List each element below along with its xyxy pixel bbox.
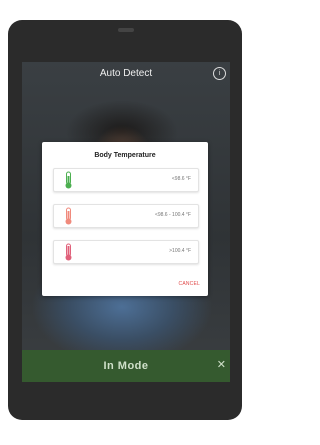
thermometer-fever-icon xyxy=(65,243,72,261)
temperature-option-normal[interactable]: <98.6 °F xyxy=(53,168,199,192)
speaker-grill xyxy=(118,28,134,32)
thermometer-normal-icon xyxy=(65,171,72,189)
temperature-range-normal: <98.6 °F xyxy=(171,176,191,182)
temperature-option-fever[interactable]: >100.4 °F xyxy=(53,240,199,264)
tablet-frame: Auto Detect i Body Temperature <98.6 °F xyxy=(8,20,242,420)
close-icon[interactable]: ✕ xyxy=(217,358,226,371)
page-title: Auto Detect xyxy=(99,67,153,79)
dialog-title: Body Temperature xyxy=(94,152,156,159)
temperature-range-elevated: <98.6 - 100.4 °F xyxy=(154,212,191,218)
cancel-button[interactable]: CANCEL xyxy=(179,281,200,287)
thermometer-elevated-icon xyxy=(65,207,72,225)
temperature-dialog: Body Temperature <98.6 °F <98.6 - 100.4 … xyxy=(42,142,208,296)
mode-bar: In Mode ✕ xyxy=(22,350,230,382)
temperature-range-fever: >100.4 °F xyxy=(169,248,191,254)
info-icon[interactable]: i xyxy=(213,67,226,80)
temperature-option-elevated[interactable]: <98.6 - 100.4 °F xyxy=(53,204,199,228)
top-bar: Auto Detect i xyxy=(22,62,230,84)
app-screen: Auto Detect i Body Temperature <98.6 °F xyxy=(22,62,230,382)
mode-label[interactable]: In Mode xyxy=(103,360,148,372)
